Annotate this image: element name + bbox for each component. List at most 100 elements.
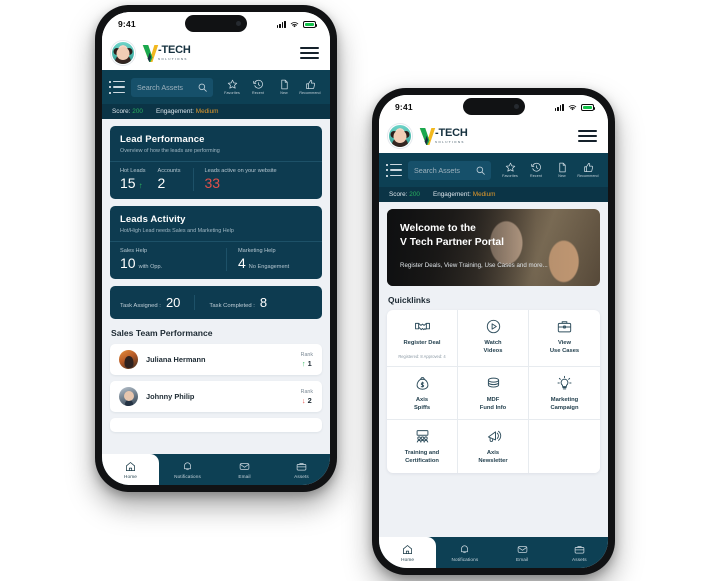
quicklink-label: MDF Fund Info [479,396,507,411]
banner-subtext: Register Deals, View Training, Use Cases… [400,262,548,270]
handshake-icon[interactable] [414,318,431,335]
star-icon[interactable] [227,79,238,90]
metric-label: Accounts [157,168,181,174]
search-toolbar: Favorites Recent New Recommend [102,70,330,104]
thumbs-up-icon[interactable] [583,162,594,173]
card-header: Lead Performance Overview of how the lea… [110,126,322,161]
briefcase-icon[interactable] [556,318,573,335]
nav-label: Notifications [174,473,201,479]
toolbar-item-favorites[interactable]: Favorites [497,162,523,178]
rank-value: 1 [307,358,312,368]
user-avatar[interactable] [388,124,412,148]
nav-label: Email [238,473,251,479]
megaphone-icon[interactable] [485,428,502,445]
card-subtitle: Overview of how the leads are performing [120,148,220,154]
engagement-block: Engagement: Medium [156,108,219,115]
nav-item-assets[interactable]: Assets [273,454,330,485]
toolbar-item-favorites[interactable]: Favorites [219,79,245,95]
lightbulb-idea-icon[interactable] [556,375,573,392]
brand-logo: -TECH SOLUTIONS [419,127,468,146]
quicklink-axis-spiffs[interactable]: Axis Spiffs [387,366,458,421]
search-input[interactable] [414,165,472,175]
hamburger-menu-icon[interactable] [578,129,597,143]
quicklink-label: Axis Spiffs [413,396,431,411]
search-field[interactable] [408,160,491,180]
task-label: Task Completed : [209,303,255,309]
status-bar: 9:41 [102,12,330,36]
bell-icon[interactable] [182,461,193,472]
card-title: Leads Activity [120,214,186,225]
history-clock-icon[interactable] [252,79,264,90]
welcome-banner[interactable]: Welcome to the V Tech Partner Portal Reg… [387,209,600,286]
app-header: -TECH SOLUTIONS [379,119,608,153]
bell-icon[interactable] [459,544,470,555]
thumbs-up-icon[interactable] [305,79,316,90]
score-value: 200 [132,108,143,115]
nav-item-notifications[interactable]: Notifications [159,454,216,485]
document-icon[interactable] [279,79,290,90]
person-avatar [119,387,138,406]
envelope-icon[interactable] [517,544,528,555]
search-icon[interactable] [198,83,207,92]
money-bag-icon[interactable] [414,375,431,392]
toolbar-label: Recommend [299,91,321,95]
wifi-icon [568,104,577,110]
toolbar-item-recent[interactable]: Recent [523,162,549,178]
list-menu-icon[interactable] [386,162,402,178]
phone2-content: Welcome to the V Tech Partner Portal Reg… [379,202,608,537]
star-icon[interactable] [505,162,516,173]
quicklink-marketing-campaign[interactable]: Marketing Campaign [529,367,600,421]
user-avatar[interactable] [111,41,135,65]
phone1-content: Lead Performance Overview of how the lea… [102,119,330,454]
task-value: 20 [165,295,181,310]
person-name: Juliana Hermann [146,355,206,364]
toolbar-item-recent[interactable]: Recent [245,79,271,95]
list-item[interactable] [110,418,322,432]
search-field[interactable] [131,77,213,97]
history-clock-icon[interactable] [530,162,542,173]
list-menu-icon[interactable] [109,79,125,95]
coins-stack-icon[interactable] [485,375,502,392]
briefcase-icon[interactable] [574,544,585,555]
search-icon[interactable] [476,166,485,175]
home-icon[interactable] [125,461,136,472]
toolbar-item-new[interactable]: New [549,162,575,178]
briefcase-icon[interactable] [296,461,307,472]
toolbar-item-recommend[interactable]: Recommend [575,162,601,178]
metric-label: Sales Help [120,248,148,254]
toolbar-item-recommend[interactable]: Recommend [297,79,323,95]
toolbar-item-new[interactable]: New [271,79,297,95]
quicklink-watch-videos[interactable]: Watch Videos [458,310,529,367]
banner-text: Welcome to the V Tech Partner Portal Reg… [387,209,600,269]
app-header: -TECH SOLUTIONS [102,36,330,70]
quicklink-label: Axis Newsletter [478,450,508,465]
quicklink-register-deal[interactable]: Register Deal Registered: 8 Approved: 4 [387,310,458,367]
score-strip: Score: 200 Engagement: Medium [379,187,608,202]
nav-item-email[interactable]: Email [494,537,551,568]
play-circle-icon[interactable] [485,318,502,335]
card-metrics: Sales Help 10 with Opp. Marketing Help 4 [110,241,322,279]
nav-item-home[interactable]: Home [379,537,437,568]
quicklink-label: View Use Cases [549,340,580,354]
task-completed: Task Completed : 8 [194,295,281,310]
list-item[interactable]: Juliana Hermann Rank ↑ 1 [110,344,322,375]
nav-item-assets[interactable]: Assets [551,537,608,568]
quicklink-mdf-fund-info[interactable]: MDF Fund Info [458,366,529,421]
envelope-icon[interactable] [239,461,250,472]
search-input[interactable] [137,82,194,92]
list-item[interactable]: Johnny Philip Rank ↓ 2 [110,381,322,412]
nav-item-notifications[interactable]: Notifications [436,537,493,568]
home-icon[interactable] [402,544,413,555]
nav-item-email[interactable]: Email [216,454,273,485]
metric-marketing-help: Marketing Help 4 No Engagement [226,248,301,271]
nav-item-home[interactable]: Home [102,454,159,485]
document-icon[interactable] [557,162,568,173]
status-time: 9:41 [118,19,136,29]
quicklink-axis-newsletter[interactable]: Axis Newsletter [458,420,529,474]
hamburger-menu-icon[interactable] [300,46,319,60]
training-board-icon[interactable] [414,428,431,445]
quicklink-view-use-cases[interactable]: View Use Cases [529,310,600,367]
quicklink-training-certification[interactable]: Training and Certification [387,420,458,474]
metric-value: 4 [238,255,246,271]
lead-performance-card: Lead Performance Overview of how the lea… [110,126,322,199]
